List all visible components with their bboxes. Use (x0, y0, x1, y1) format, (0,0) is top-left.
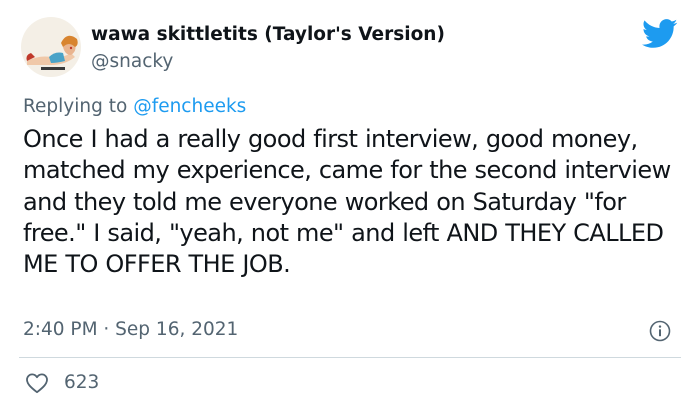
twitter-bird-icon[interactable] (642, 18, 678, 50)
tweet-text: Once I had a really good first interview… (23, 125, 671, 279)
reply-context: Replying to @fencheeks (23, 95, 246, 119)
heart-icon[interactable] (25, 372, 49, 394)
tweet-timestamp[interactable]: 2:40 PM · Sep 16, 2021 (23, 318, 238, 342)
display-name[interactable]: wawa skittletits (Taylor's Version) (91, 23, 445, 47)
avatar[interactable] (21, 17, 81, 77)
divider (19, 357, 681, 358)
reply-mention-link[interactable]: @fencheeks (133, 96, 246, 117)
like-count: 623 (64, 372, 100, 393)
info-icon[interactable] (649, 320, 671, 342)
author-handle[interactable]: @snacky (91, 50, 173, 74)
avatar-image (21, 17, 81, 77)
reply-prefix: Replying to (23, 96, 134, 117)
